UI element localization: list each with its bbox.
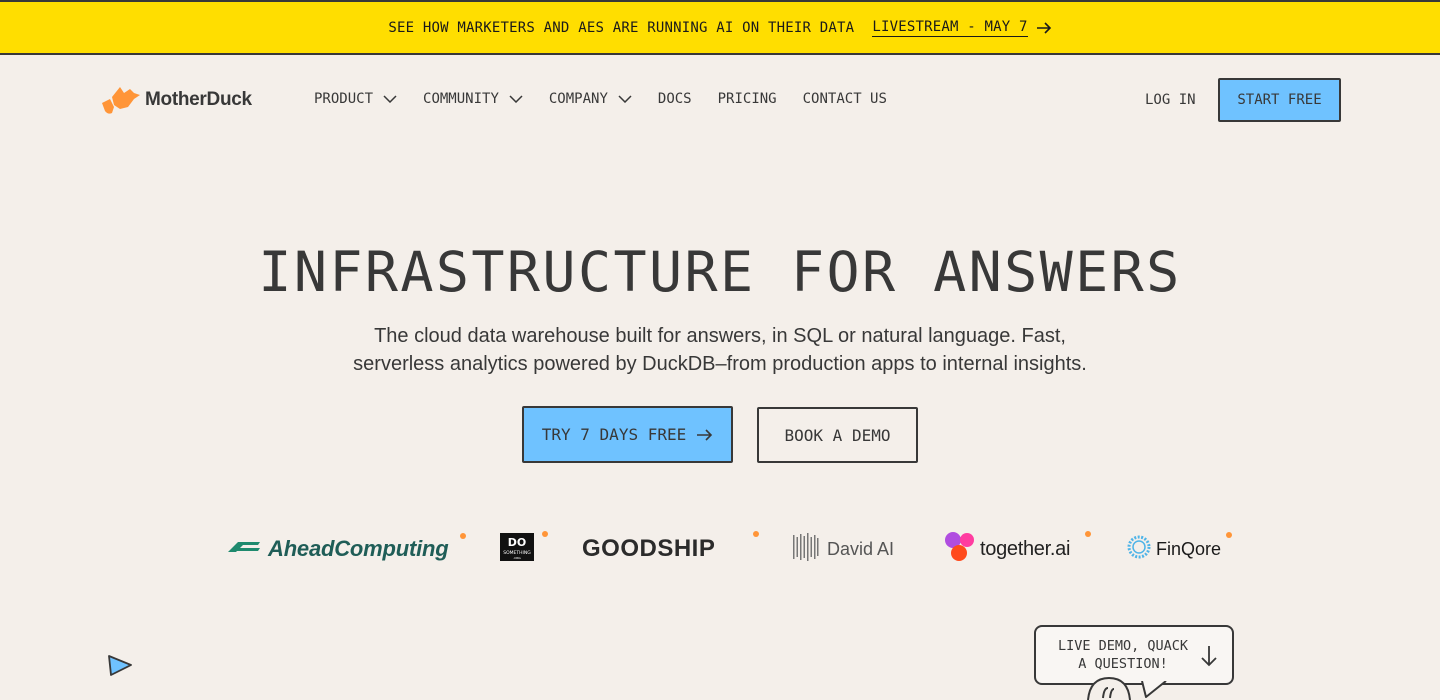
accent-dot: [753, 531, 759, 537]
customer-logo-aheadcomputing: AheadComputing: [226, 529, 449, 569]
nav-item-contact[interactable]: CONTACT US: [803, 91, 887, 107]
play-triangle-icon: [106, 654, 134, 683]
arrow-down-icon: [1200, 645, 1218, 667]
main-nav: PRODUCT COMMUNITY COMPANY DOCS PRICING C…: [314, 91, 913, 107]
announcement-banner: SEE HOW MARKETERS AND AES ARE RUNNING AI…: [0, 0, 1440, 55]
accent-dot: [460, 533, 466, 539]
livestream-link[interactable]: LIVESTREAM - MAY 7: [872, 19, 1051, 37]
hero-subtitle-line2: serverless analytics powered by DuckDB–f…: [353, 353, 1087, 375]
aheadcomputing-mark-icon: [226, 536, 262, 563]
site-header: MotherDuck PRODUCT COMMUNITY COMPANY DOC…: [0, 55, 1440, 147]
livestream-link-label: LIVESTREAM - MAY 7: [872, 18, 1028, 37]
arrow-right-icon: [1036, 21, 1052, 34]
customer-logo-togetherai: together.ai: [944, 529, 1070, 569]
nav-label: PRODUCT: [314, 91, 374, 107]
nav-label: COMPANY: [548, 91, 608, 107]
togetherai-mark-icon: [944, 531, 976, 568]
book-demo-button[interactable]: BOOK A DEMO: [757, 407, 918, 463]
customer-logos: AheadComputing DO SOMETHING .ORG GOODSHI…: [0, 525, 1440, 575]
hero-subtitle: The cloud data warehouse built for answe…: [270, 322, 1170, 378]
nav-item-pricing[interactable]: PRICING: [718, 91, 777, 107]
live-demo-line2: A QUESTION!: [1078, 656, 1168, 672]
nav-label: PRICING: [717, 91, 777, 107]
dosomething-logo-icon: DO SOMETHING .ORG: [500, 532, 534, 566]
brand-logo[interactable]: MotherDuck: [100, 83, 252, 117]
customer-logo-davidai: David AI: [793, 529, 894, 569]
live-demo-text: LIVE DEMO, QUACK A QUESTION!: [1054, 637, 1192, 673]
svg-text:DO: DO: [508, 536, 526, 549]
chevron-down-icon: [509, 95, 523, 103]
accent-dot: [1226, 532, 1232, 538]
login-link[interactable]: LOG IN: [1145, 92, 1196, 108]
nav-item-product[interactable]: PRODUCT: [314, 91, 397, 107]
customer-name: AheadComputing: [268, 536, 449, 561]
try-free-label: TRY 7 DAYS FREE: [541, 425, 687, 444]
accent-dot: [1085, 531, 1091, 537]
duck-mascot-icon: [1086, 676, 1132, 700]
chevron-down-icon: [383, 95, 397, 103]
start-free-button[interactable]: START FREE: [1218, 78, 1341, 122]
finqore-ring-icon: [1124, 532, 1154, 567]
customer-name: GOODSHIP: [582, 535, 716, 562]
banner-text: SEE HOW MARKETERS AND AES ARE RUNNING AI…: [388, 19, 855, 36]
duck-logo-icon: [100, 83, 142, 117]
customer-logo-finqore: FinQore: [1124, 529, 1221, 569]
live-demo-line1: LIVE DEMO, QUACK: [1057, 638, 1189, 654]
nav-label: COMMUNITY: [423, 91, 499, 107]
hero-title: INFRASTRUCTURE FOR ANSWERS: [258, 240, 1182, 304]
nav-item-company[interactable]: COMPANY: [549, 91, 632, 107]
accent-dot: [542, 531, 548, 537]
nav-item-docs[interactable]: DOCS: [658, 91, 692, 107]
try-free-button[interactable]: TRY 7 DAYS FREE: [522, 406, 733, 463]
nav-label: DOCS: [657, 91, 692, 107]
hero-subtitle-line1: The cloud data warehouse built for answe…: [374, 325, 1066, 347]
brand-name: MotherDuck: [145, 89, 252, 110]
nav-item-community[interactable]: COMMUNITY: [423, 91, 523, 107]
customer-name: together.ai: [980, 537, 1071, 560]
customer-logo-dosomething: DO SOMETHING .ORG: [500, 529, 534, 569]
live-demo-bubble[interactable]: LIVE DEMO, QUACK A QUESTION!: [1034, 625, 1234, 685]
arrow-right-icon: [696, 428, 713, 441]
davidai-bars-icon: [793, 532, 819, 566]
nav-label: CONTACT US: [802, 91, 887, 107]
decorative-circle-icon: [228, 696, 258, 700]
customer-logo-goodship: GOODSHIP: [582, 529, 715, 569]
customer-name: David AI: [827, 538, 895, 559]
customer-name: FinQore: [1156, 538, 1222, 559]
bubble-tail-icon: [1140, 680, 1168, 700]
chevron-down-icon: [618, 95, 632, 103]
svg-text:.ORG: .ORG: [513, 556, 521, 560]
